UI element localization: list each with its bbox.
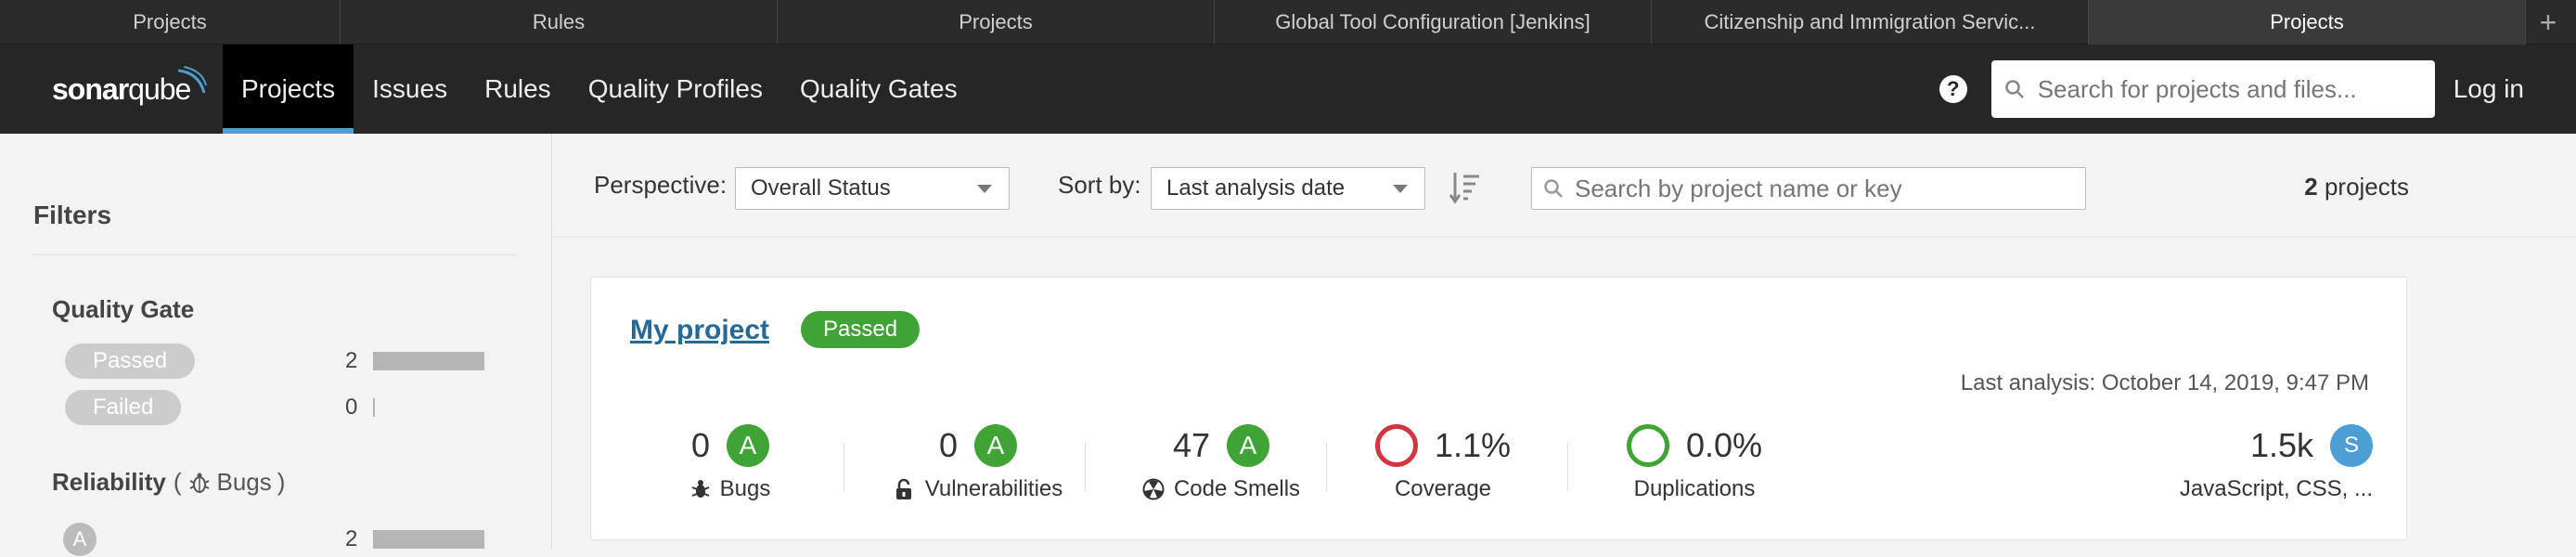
quality-gate-facet-title: Quality Gate bbox=[52, 295, 195, 323]
filters-title: Filters bbox=[33, 201, 112, 229]
languages-label: JavaScript, CSS, ... bbox=[2179, 476, 2373, 501]
metric-separator bbox=[1326, 443, 1327, 491]
project-name-link[interactable]: My project bbox=[630, 315, 769, 346]
last-analysis-date: Last analysis: October 14, 2019, 9:47 PM bbox=[1960, 370, 2369, 395]
project-count-number: 2 bbox=[2304, 173, 2318, 201]
sonarqube-logo[interactable]: sonar qube bbox=[0, 45, 223, 134]
passed-bar bbox=[373, 352, 484, 370]
filters-divider bbox=[33, 254, 516, 255]
top-navigation: sonar qube Projects Issues Rules Quality … bbox=[0, 45, 2576, 134]
global-search-box[interactable] bbox=[1990, 60, 2435, 118]
sort-direction-icon[interactable] bbox=[1448, 169, 1485, 206]
nav-rules[interactable]: Rules bbox=[466, 45, 570, 134]
metric-code-smells[interactable]: 47 A Code Smells bbox=[1105, 424, 1337, 517]
reliability-a-bar bbox=[373, 530, 484, 549]
project-search-box[interactable] bbox=[1531, 167, 2086, 210]
browser-tab-jenkins[interactable]: Global Tool Configuration [Jenkins] bbox=[1215, 0, 1652, 45]
browser-tab-projects-active[interactable]: Projects bbox=[2089, 0, 2526, 45]
login-link[interactable]: Log in bbox=[2454, 74, 2524, 104]
code-smells-label: Code Smells bbox=[1173, 476, 1301, 501]
bugs-grade[interactable]: A bbox=[727, 424, 770, 467]
bugs-value[interactable]: 0 bbox=[691, 426, 710, 465]
duplications-label: Duplications bbox=[1633, 476, 1756, 501]
chevron-down-icon bbox=[977, 185, 992, 193]
search-icon bbox=[2004, 80, 2024, 98]
metric-size[interactable]: 1.5k S JavaScript, CSS, ... bbox=[2132, 424, 2373, 517]
reliability-sub-label: Bugs bbox=[216, 468, 272, 496]
browser-tab-immigration[interactable]: Citizenship and Immigration Servic... bbox=[1652, 0, 2089, 45]
metric-coverage[interactable]: 1.1% Coverage bbox=[1350, 424, 1536, 517]
reliability-paren-open: ( bbox=[173, 468, 182, 496]
browser-tab-strip: Projects Rules Projects Global Tool Conf… bbox=[0, 0, 2576, 45]
vulnerabilities-label: Vulnerabilities bbox=[924, 476, 1063, 501]
nav-quality-gates[interactable]: Quality Gates bbox=[781, 45, 976, 134]
browser-tab-projects-2[interactable]: Projects bbox=[778, 0, 1215, 45]
metric-bugs[interactable]: 0 A Bugs bbox=[638, 424, 823, 517]
code-smells-value[interactable]: 47 bbox=[1173, 426, 1210, 465]
logo-arc-icon bbox=[177, 66, 207, 94]
perspective-select[interactable]: Overall Status bbox=[735, 167, 1010, 210]
vulnerabilities-value[interactable]: 0 bbox=[939, 426, 958, 465]
project-count: 2 projects bbox=[2304, 173, 2409, 201]
projects-toolbar: Perspective: Overall Status Sort by: Las… bbox=[553, 134, 2576, 238]
nav-quality-profiles[interactable]: Quality Profiles bbox=[570, 45, 781, 134]
project-card: My project Passed Last analysis: October… bbox=[590, 277, 2407, 540]
reliability-a-count: 2 bbox=[345, 526, 358, 551]
help-icon[interactable]: ? bbox=[1938, 75, 1967, 103]
failed-bar bbox=[373, 398, 375, 417]
sort-value: Last analysis date bbox=[1166, 175, 1346, 201]
duplications-ring-icon bbox=[1626, 424, 1669, 467]
project-search-input[interactable] bbox=[1575, 174, 2076, 203]
global-search-input[interactable] bbox=[2037, 74, 2428, 104]
quality-gate-option-failed[interactable]: Failed 0 bbox=[65, 390, 492, 425]
duplications-value[interactable]: 0.0% bbox=[1686, 426, 1762, 465]
coverage-ring-icon bbox=[1374, 424, 1418, 467]
failed-count: 0 bbox=[345, 395, 358, 420]
perspective-value: Overall Status bbox=[751, 175, 891, 201]
passed-filter-pill[interactable]: Passed bbox=[65, 343, 196, 379]
passed-count: 2 bbox=[345, 348, 358, 373]
failed-filter-pill[interactable]: Failed bbox=[65, 390, 182, 425]
search-icon bbox=[1544, 179, 1563, 198]
unlock-icon bbox=[895, 478, 911, 499]
metric-separator bbox=[1567, 443, 1568, 491]
reliability-option-a[interactable]: A 2 bbox=[63, 522, 490, 557]
code-smells-grade[interactable]: A bbox=[1227, 424, 1270, 467]
chevron-down-icon bbox=[1393, 185, 1408, 193]
metric-vulnerabilities[interactable]: 0 A Vulnerabilities bbox=[862, 424, 1094, 517]
vulnerabilities-grade[interactable]: A bbox=[974, 424, 1018, 467]
bugs-label: Bugs bbox=[719, 476, 771, 501]
metric-duplications[interactable]: 0.0% Duplications bbox=[1588, 424, 1801, 517]
sort-select[interactable]: Last analysis date bbox=[1151, 167, 1425, 210]
reliability-rating-a[interactable]: A bbox=[63, 523, 97, 556]
bug-icon bbox=[691, 480, 710, 498]
code-smell-icon bbox=[1142, 478, 1165, 500]
filters-sidebar: Filters Quality Gate Passed 2 Failed 0 R… bbox=[0, 134, 552, 556]
browser-tab-projects-1[interactable]: Projects bbox=[0, 0, 341, 45]
sort-label: Sort by: bbox=[1058, 171, 1141, 199]
size-rating-badge: S bbox=[2330, 424, 2373, 467]
bug-icon bbox=[189, 473, 209, 493]
perspective-label: Perspective: bbox=[594, 171, 728, 199]
project-count-suffix: projects bbox=[2324, 173, 2409, 201]
quality-gate-option-passed[interactable]: Passed 2 bbox=[65, 343, 492, 379]
metric-separator bbox=[1085, 443, 1086, 491]
new-tab-button[interactable]: + bbox=[2526, 0, 2570, 45]
browser-tab-rules[interactable]: Rules bbox=[341, 0, 778, 45]
lines-of-code-value[interactable]: 1.5k bbox=[2250, 426, 2313, 465]
reliability-paren-close: ) bbox=[277, 468, 286, 496]
nav-issues[interactable]: Issues bbox=[354, 45, 466, 134]
coverage-value[interactable]: 1.1% bbox=[1435, 426, 1511, 465]
logo-text-sonar: sonar bbox=[52, 71, 129, 106]
quality-gate-status-badge: Passed bbox=[801, 311, 921, 348]
nav-projects[interactable]: Projects bbox=[223, 45, 354, 134]
reliability-title-text: Reliability bbox=[52, 468, 166, 496]
coverage-label: Coverage bbox=[1394, 476, 1492, 501]
reliability-facet-title: Reliability ( Bugs ) bbox=[52, 468, 285, 497]
